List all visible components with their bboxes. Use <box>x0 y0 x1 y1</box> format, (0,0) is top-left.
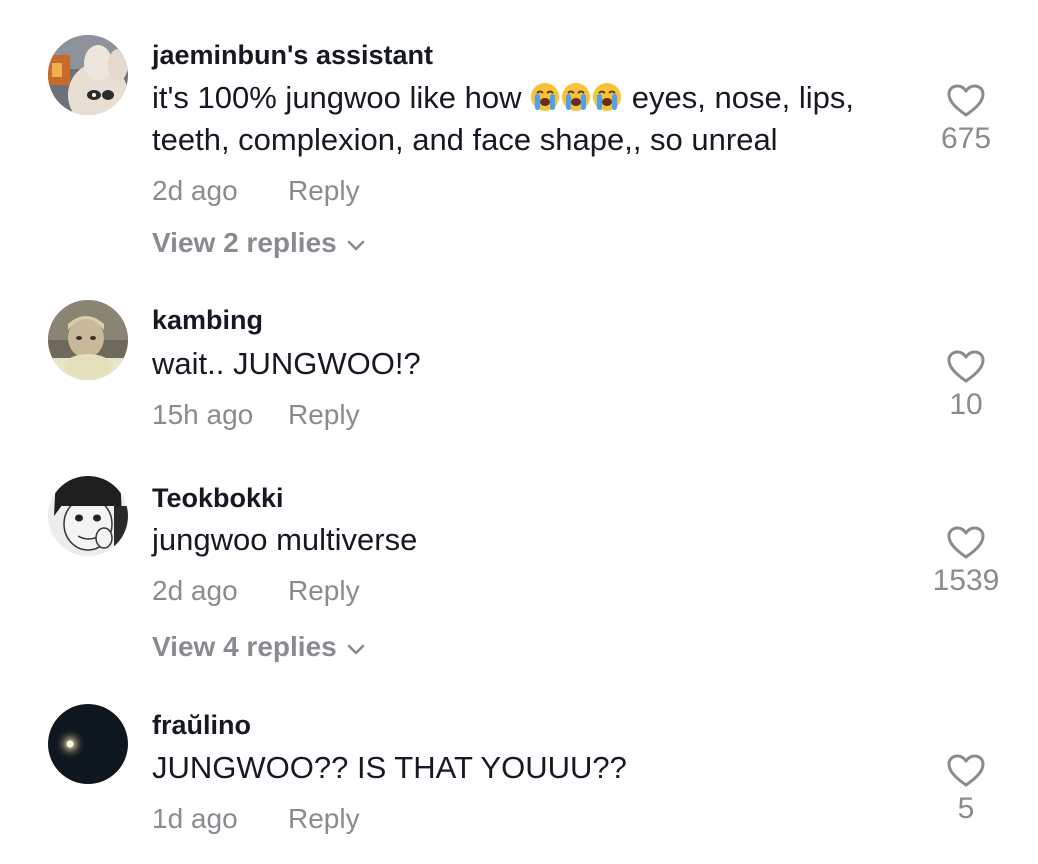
view-replies-label: View 4 replies <box>152 631 337 662</box>
comment-meta: 15h ago Reply <box>152 399 360 431</box>
timestamp: 2d ago <box>152 575 238 606</box>
timestamp: 1d ago <box>152 803 238 834</box>
chevron-down-icon <box>347 240 365 251</box>
like-count: 675 <box>940 122 992 155</box>
like-button[interactable]: 10 <box>916 350 1016 422</box>
timestamp: 15h ago <box>152 399 254 430</box>
like-button[interactable]: 675 <box>916 84 1016 156</box>
chevron-down-icon <box>347 644 365 655</box>
like-button[interactable]: 5 <box>916 754 1016 826</box>
avatar[interactable] <box>48 35 128 115</box>
like-button[interactable]: 1539 <box>916 526 1016 598</box>
comment-text-part: it's 100% jungwoo like how <box>152 80 531 115</box>
avatar-image <box>48 300 128 380</box>
avatar[interactable] <box>48 300 128 380</box>
heart-outline-icon <box>947 754 985 787</box>
view-replies-button[interactable]: View 2 replies <box>152 227 365 259</box>
comment-text: jungwoo multiverse <box>152 522 418 557</box>
comment-meta: 2d ago Reply <box>152 175 360 207</box>
comment-text: JUNGWOO?? IS THAT YOUUU?? <box>152 750 627 785</box>
heart-outline-icon <box>947 84 985 117</box>
username[interactable]: kambing <box>152 305 263 336</box>
reply-button[interactable]: Reply <box>288 575 360 607</box>
reply-button[interactable]: Reply <box>288 399 360 431</box>
comment-text: wait.. JUNGWOO!? <box>152 346 421 381</box>
view-replies-label: View 2 replies <box>152 227 337 258</box>
loudly-crying-face-icon <box>593 83 622 111</box>
like-count: 5 <box>957 792 975 825</box>
comment-meta: 2d ago Reply <box>152 575 360 607</box>
username[interactable]: Teokbokki <box>152 483 284 514</box>
username[interactable]: fraŭlino <box>152 710 251 741</box>
heart-outline-icon <box>947 350 985 383</box>
heart-outline-icon <box>947 526 985 559</box>
loudly-crying-face-icon <box>531 83 560 111</box>
reply-button[interactable]: Reply <box>288 803 360 835</box>
comment-text: it's 100% jungwoo like how eyes, nose, l… <box>152 77 922 161</box>
like-count: 10 <box>949 388 983 421</box>
username[interactable]: jaeminbun's assistant <box>152 40 433 71</box>
avatar[interactable] <box>48 704 128 784</box>
comment-meta: 1d ago Reply <box>152 803 360 835</box>
reply-button[interactable]: Reply <box>288 175 360 207</box>
avatar-image <box>48 476 128 556</box>
timestamp: 2d ago <box>152 175 238 206</box>
avatar-image <box>48 704 128 784</box>
view-replies-button[interactable]: View 4 replies <box>152 631 365 663</box>
avatar[interactable] <box>48 476 128 556</box>
avatar-image <box>48 35 128 115</box>
like-count: 1539 <box>932 564 1000 597</box>
loudly-crying-face-icon <box>562 83 591 111</box>
